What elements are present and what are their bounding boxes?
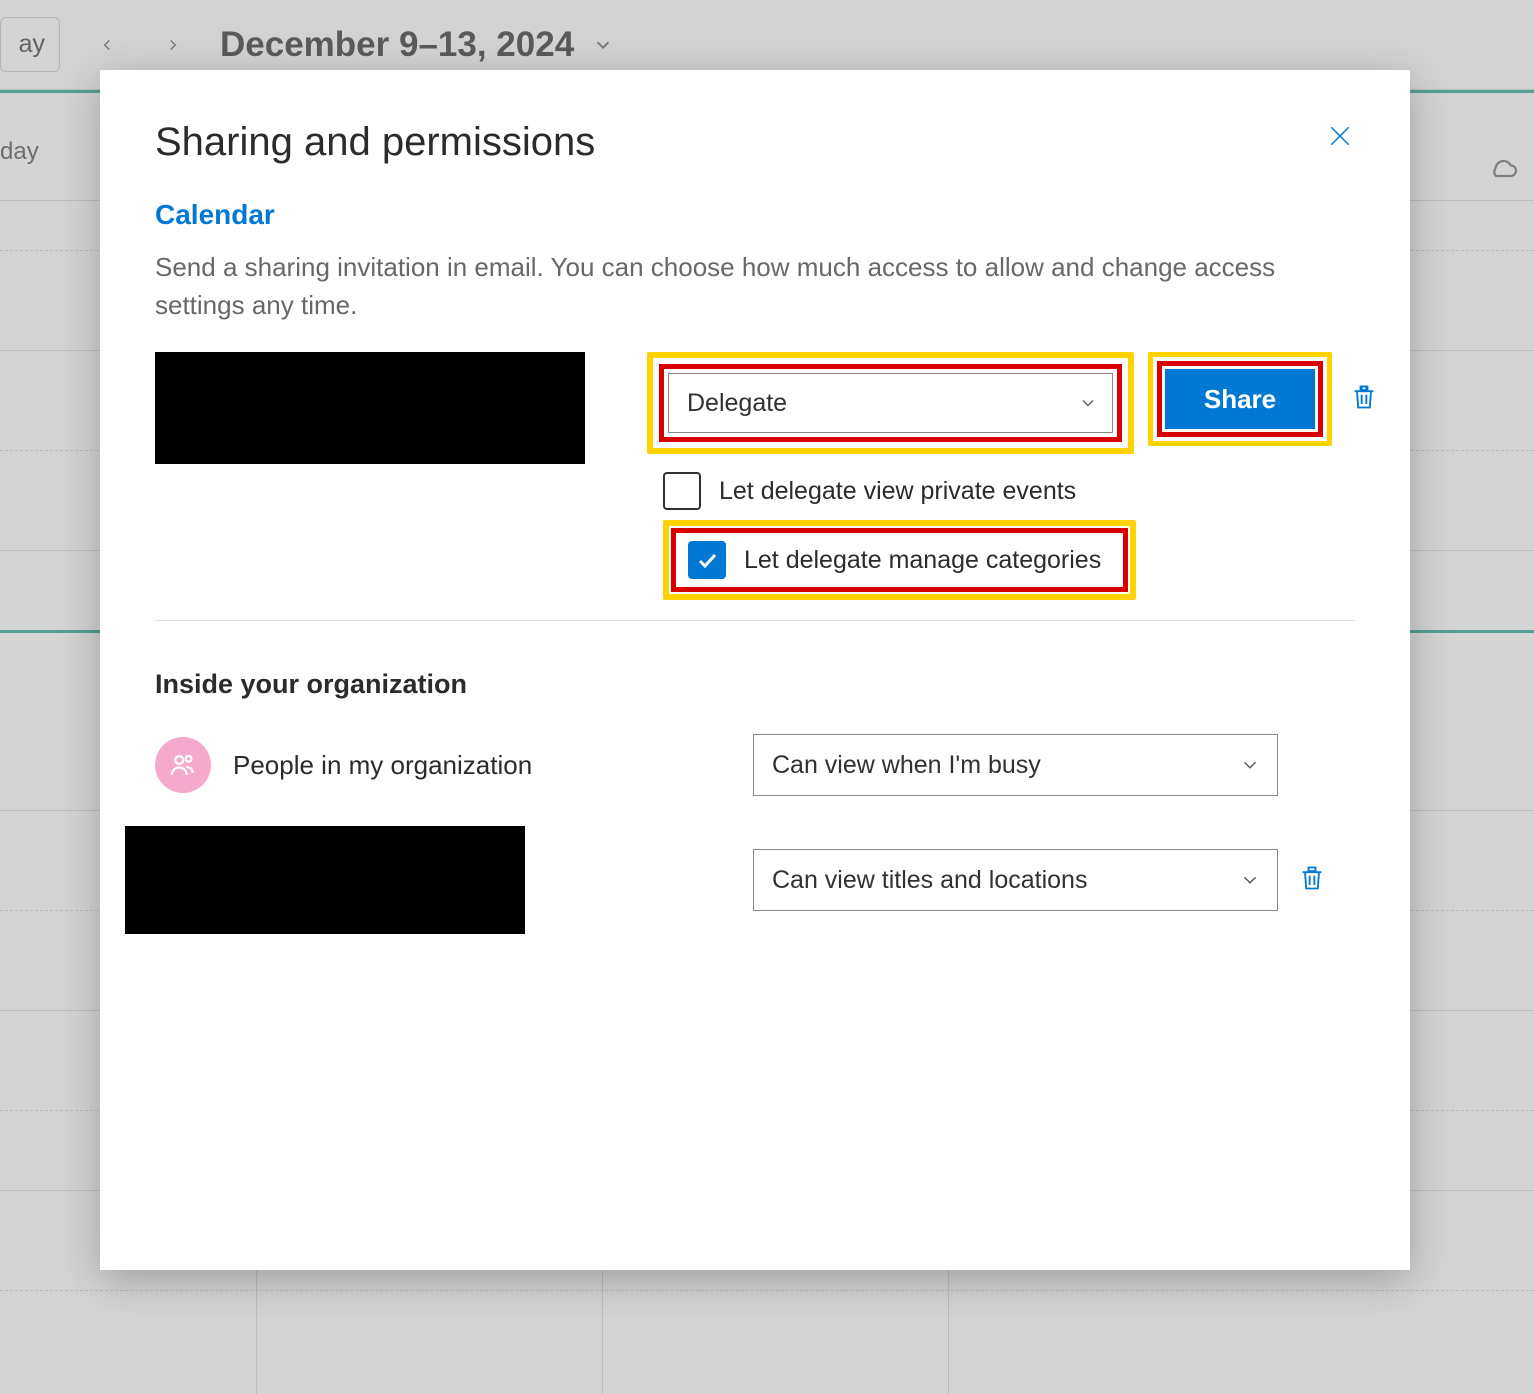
close-button[interactable] [1320, 116, 1360, 156]
org-user-permission-value: Can view titles and locations [772, 866, 1087, 895]
org-section-heading: Inside your organization [155, 669, 1355, 700]
remove-org-user-button[interactable] [1298, 863, 1326, 898]
section-divider [155, 620, 1355, 621]
chevron-down-icon [1078, 393, 1098, 413]
checkbox-box[interactable] [688, 541, 726, 579]
highlight-manage-categories: Let delegate manage categories [663, 520, 1136, 600]
highlight-manage-categories-inner: Let delegate manage categories [671, 528, 1128, 592]
calendar-section-description: Send a sharing invitation in email. You … [155, 249, 1295, 324]
permission-level-select[interactable]: Delegate [668, 373, 1113, 433]
modal-title: Sharing and permissions [155, 120, 1355, 165]
permission-level-value: Delegate [687, 389, 787, 418]
org-people-permission-value: Can view when I'm busy [772, 751, 1041, 780]
sharing-permissions-modal: Sharing and permissions Calendar Send a … [100, 70, 1410, 1270]
checkbox-box[interactable] [663, 472, 701, 510]
chevron-down-icon [1239, 869, 1261, 891]
people-avatar [155, 737, 211, 793]
highlight-share-button: Share [1148, 352, 1332, 446]
trash-icon [1298, 863, 1326, 893]
checkbox-label: Let delegate view private events [719, 477, 1076, 506]
org-people-label: People in my organization [233, 750, 532, 781]
org-user-redacted [125, 826, 525, 934]
highlight-permission-select: Delegate [647, 352, 1134, 454]
org-people-permission-select[interactable]: Can view when I'm busy [753, 734, 1278, 796]
share-button[interactable]: Share [1165, 369, 1315, 429]
org-user-permission-select[interactable]: Can view titles and locations [753, 849, 1278, 911]
highlight-share-button-inner: Share [1157, 361, 1323, 437]
invitee-field-redacted[interactable] [155, 352, 585, 464]
remove-invitee-button[interactable] [1350, 382, 1378, 417]
close-icon [1325, 121, 1355, 151]
check-icon [695, 548, 719, 572]
checkbox-manage-categories[interactable]: Let delegate manage categories [680, 535, 1115, 585]
chevron-down-icon [1239, 754, 1261, 776]
delegate-options: Let delegate view private events Let del… [663, 472, 1355, 600]
people-icon [168, 750, 198, 780]
checkbox-view-private[interactable]: Let delegate view private events [663, 472, 1355, 510]
org-people-row: People in my organization Can view when … [155, 734, 1355, 796]
org-user-row: Can view titles and locations [155, 826, 1355, 934]
share-button-label: Share [1204, 384, 1276, 415]
trash-icon [1350, 382, 1378, 412]
calendar-section-label: Calendar [155, 199, 1355, 231]
highlight-permission-select-inner: Delegate [659, 364, 1122, 442]
checkbox-label: Let delegate manage categories [744, 546, 1101, 575]
invite-row: Delegate Share [155, 352, 1355, 464]
